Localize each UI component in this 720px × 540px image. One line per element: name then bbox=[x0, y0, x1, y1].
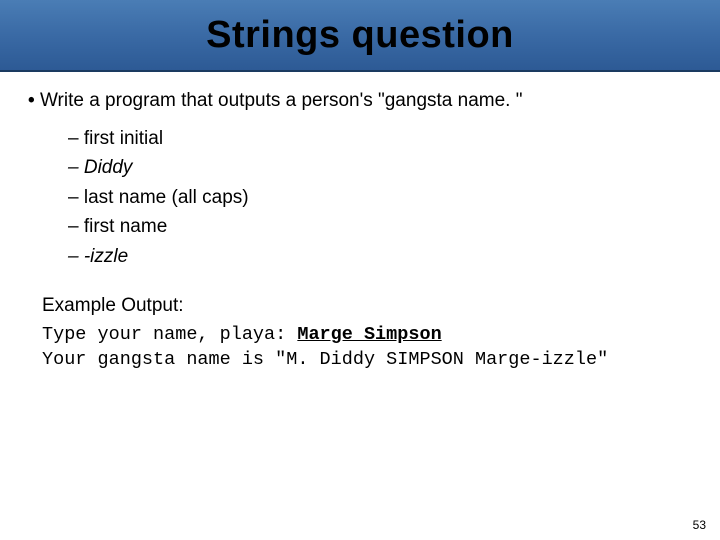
slide-title: Strings question bbox=[206, 14, 514, 57]
code-line-1-input: Marge Simpson bbox=[297, 324, 441, 345]
code-block: Type your name, playa: Marge Simpson You… bbox=[42, 323, 692, 373]
example-label: Example Output: bbox=[42, 295, 692, 317]
code-line-2: Your gangsta name is "M. Diddy SIMPSON M… bbox=[42, 349, 608, 370]
slide-content: Write a program that outputs a person's … bbox=[0, 72, 720, 373]
list-item: first name bbox=[68, 212, 692, 241]
list-item: last name (all caps) bbox=[68, 183, 692, 212]
code-line-1-prefix: Type your name, playa: bbox=[42, 324, 297, 345]
list-item: -izzle bbox=[68, 242, 692, 271]
main-bullet: Write a program that outputs a person's … bbox=[28, 90, 692, 112]
sub-list: first initial Diddy last name (all caps)… bbox=[68, 124, 692, 271]
slide-header: Strings question bbox=[0, 0, 720, 72]
list-item: Diddy bbox=[68, 153, 692, 182]
page-number: 53 bbox=[693, 518, 706, 532]
list-item: first initial bbox=[68, 124, 692, 153]
